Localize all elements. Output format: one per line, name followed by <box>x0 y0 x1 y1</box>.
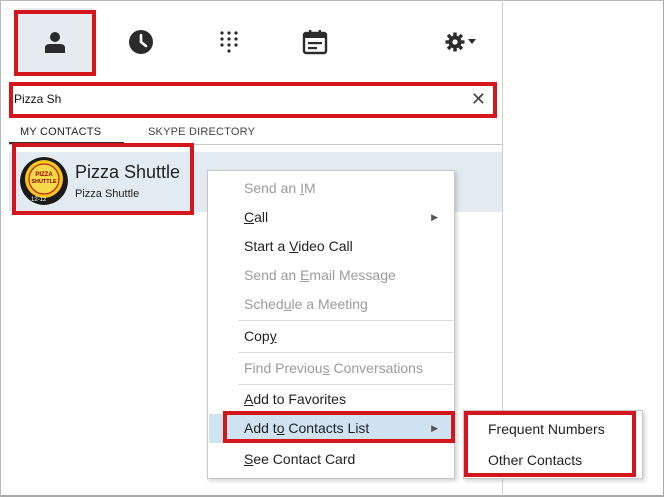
menu-item-find-previous-conversations[interactable]: Find Previous Conversations <box>209 354 452 383</box>
options-menu-button[interactable] <box>430 8 490 76</box>
highlight-contacts-button <box>14 10 96 76</box>
menu-item-schedule-meeting[interactable]: Schedule a Meeting <box>209 290 452 319</box>
meetings-tab-button[interactable] <box>276 8 354 76</box>
history-clock-icon <box>129 30 153 54</box>
menu-item-send-im[interactable]: Send an IM <box>209 174 452 203</box>
menu-separator <box>238 352 453 353</box>
highlight-search-box <box>9 82 497 118</box>
history-tab-button[interactable] <box>102 8 180 76</box>
menu-item-see-contact-card[interactable]: See Contact Card <box>209 445 452 474</box>
highlight-add-to-contacts-list <box>223 411 455 443</box>
highlight-submenu <box>464 411 636 477</box>
menu-item-add-to-favorites[interactable]: Add to Favorites <box>209 385 452 414</box>
menu-item-call[interactable]: Call ▶ <box>209 203 452 232</box>
chevron-down-icon <box>467 39 476 44</box>
submenu-arrow-icon: ▶ <box>431 212 438 222</box>
dialpad-icon <box>220 31 238 53</box>
menu-item-copy[interactable]: Copy <box>209 322 452 351</box>
menu-item-send-email[interactable]: Send an Email Message <box>209 261 452 290</box>
highlight-contact <box>12 143 194 215</box>
gear-icon <box>445 32 464 52</box>
tab-my-contacts[interactable]: MY CONTACTS <box>20 126 101 138</box>
menu-item-start-video-call[interactable]: Start a Video Call <box>209 232 452 261</box>
menu-separator <box>238 320 453 321</box>
dialpad-tab-button[interactable] <box>190 8 268 76</box>
meetings-calendar-icon <box>302 30 328 55</box>
tab-skype-directory[interactable]: SKYPE DIRECTORY <box>148 126 255 138</box>
